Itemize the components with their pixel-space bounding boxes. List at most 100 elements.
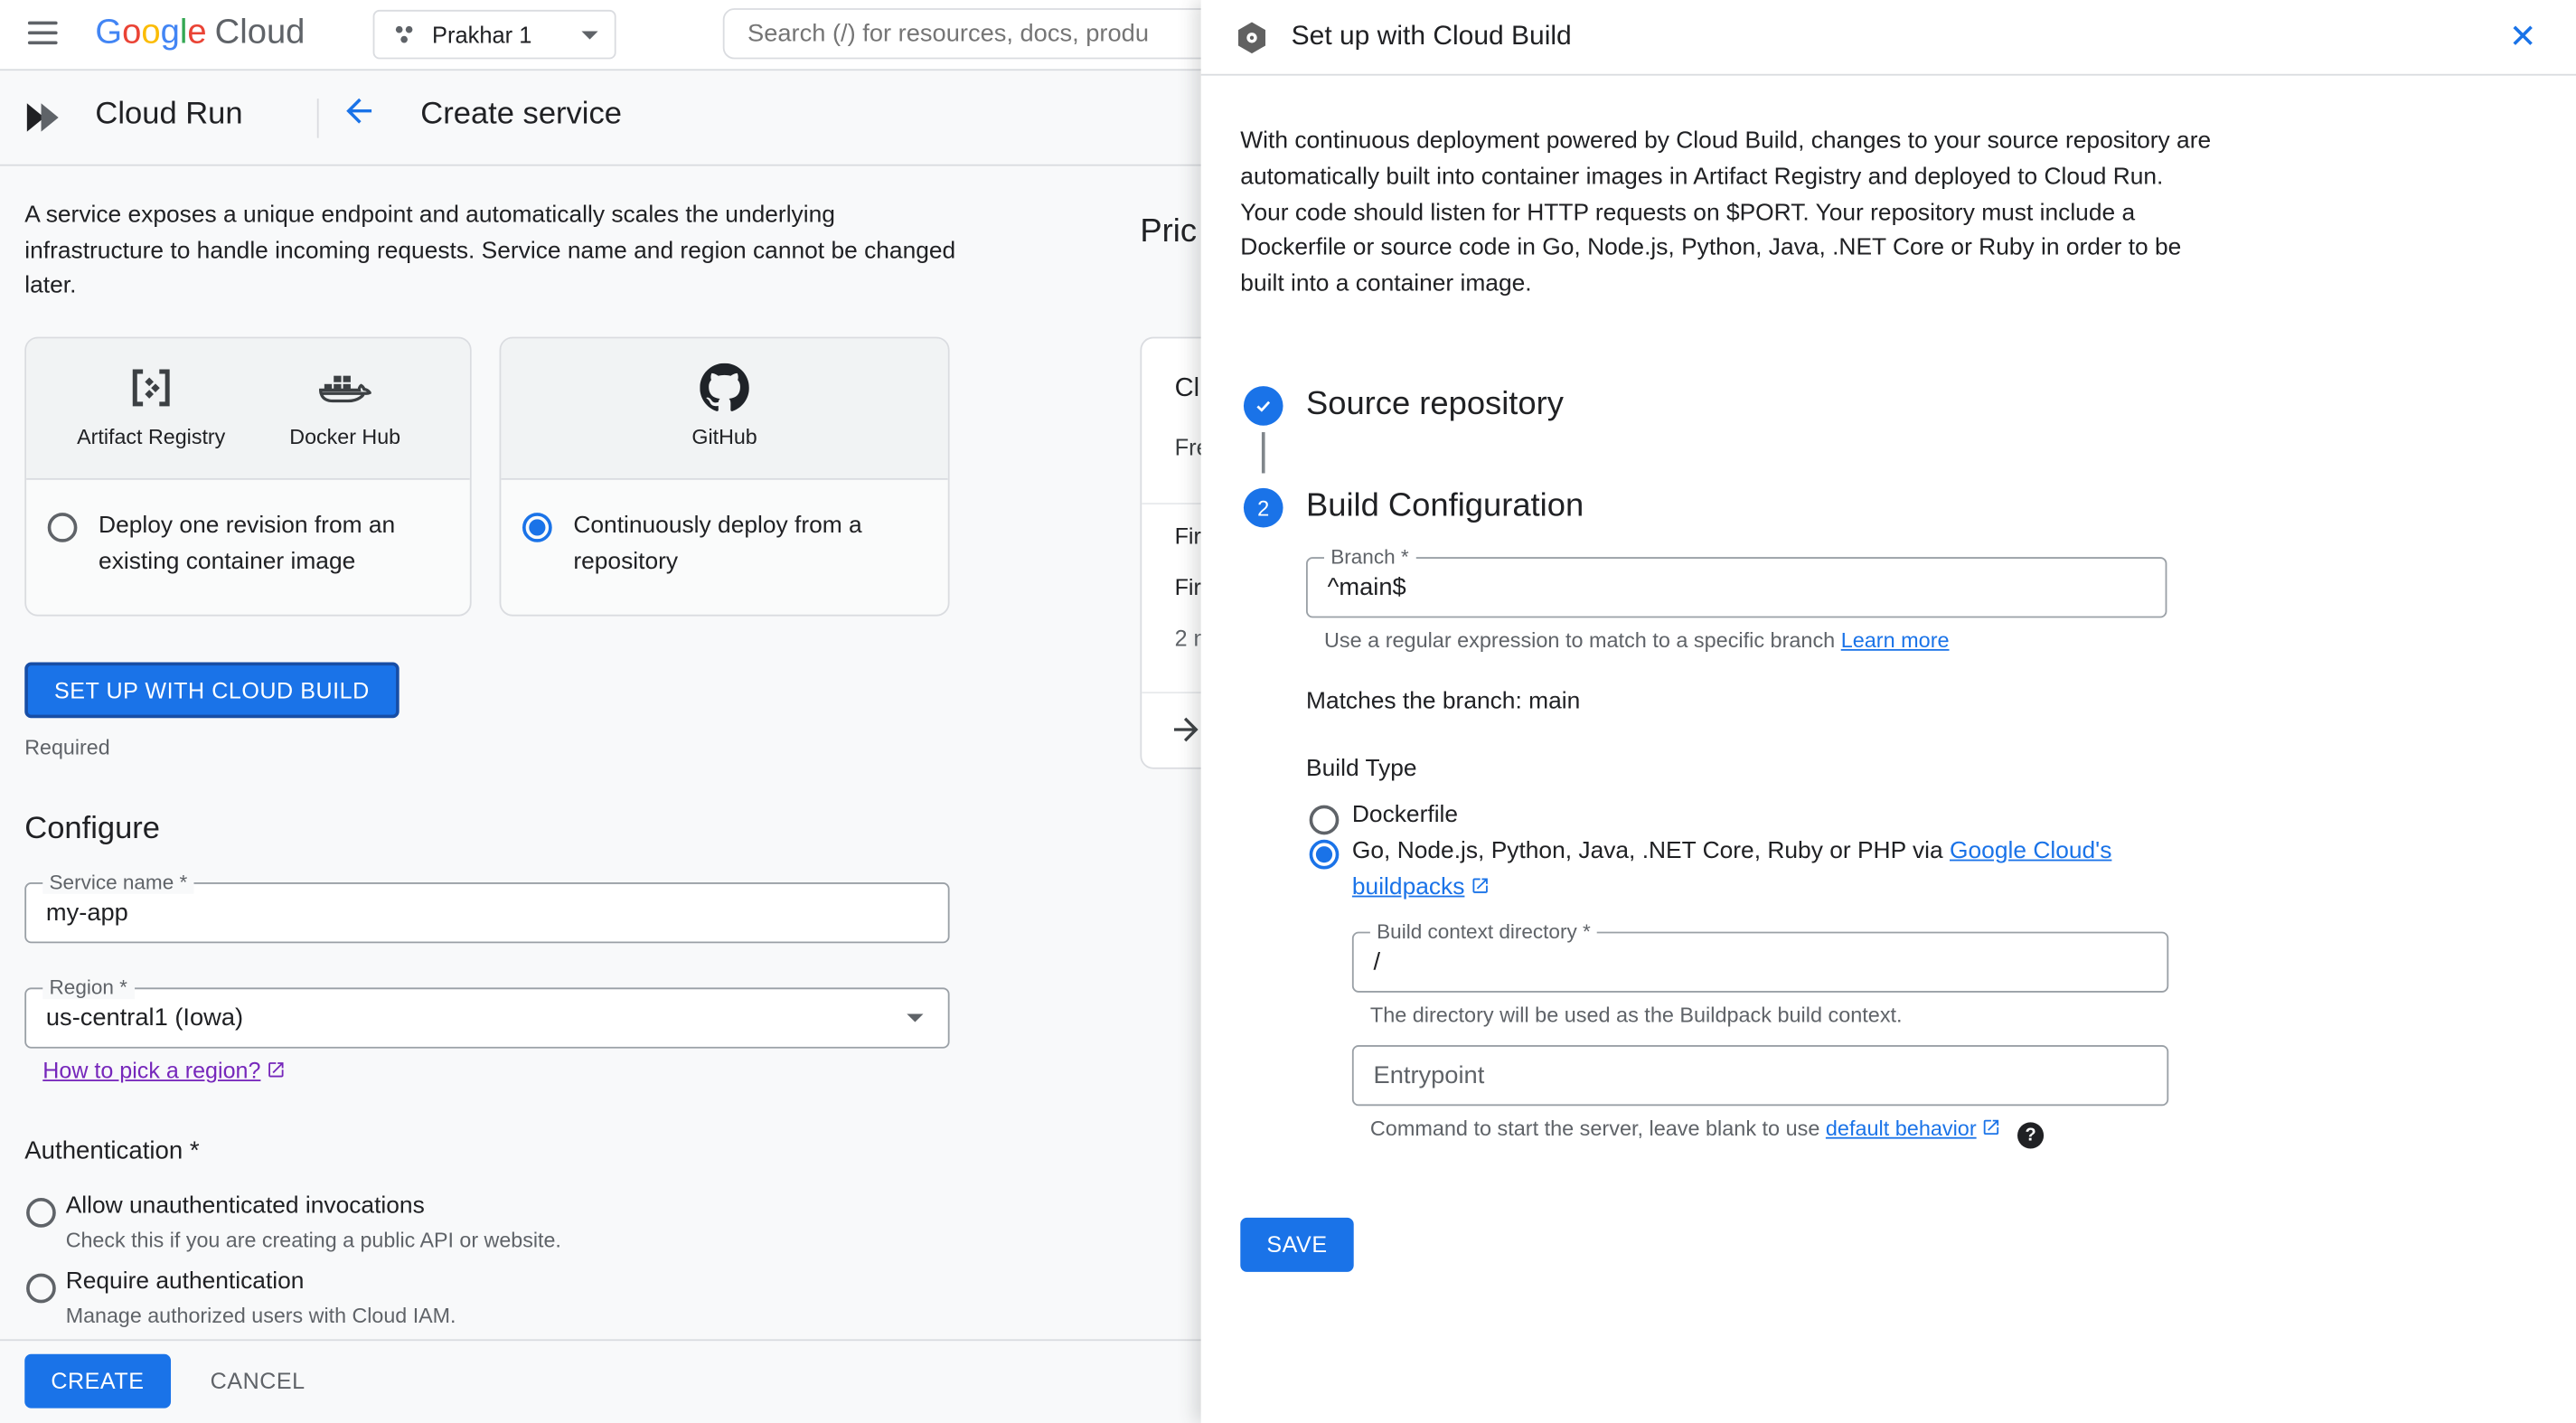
panel-description: With continuous deployment powered by Cl…: [1240, 125, 2226, 304]
entrypoint-help: Command to start the server, leave blank…: [1369, 1116, 2045, 1149]
deploy-repository-radio[interactable]: [522, 513, 552, 542]
dockerfile-label: Dockerfile: [1351, 801, 1459, 829]
setup-cloud-build-button[interactable]: SET UP WITH CLOUD BUILD: [24, 662, 400, 719]
close-icon[interactable]: ✕: [2503, 17, 2543, 57]
require-authentication-help: Manage authorized users with Cloud IAM.: [65, 1303, 456, 1328]
entrypoint-input[interactable]: [1353, 1046, 2167, 1105]
logo-letter: o: [141, 13, 161, 52]
dockerfile-radio[interactable]: [1309, 805, 1340, 835]
region-value: us-central1 (Iowa): [45, 1004, 244, 1032]
branch-label: Branch *: [1323, 545, 1415, 569]
create-button[interactable]: CREATE: [24, 1353, 171, 1409]
build-context-label: Build context directory *: [1369, 919, 1598, 944]
service-name-label: Service name *: [42, 871, 194, 894]
region-help-link-text[interactable]: How to pick a region?: [42, 1059, 260, 1083]
deploy-repository-radio-row[interactable]: Continuously deploy from a repository: [501, 480, 947, 580]
project-icon: [395, 25, 413, 43]
product-name: Cloud Run: [95, 97, 243, 132]
deploy-repository-label: Continuously deploy from a repository: [573, 513, 862, 575]
step1-title[interactable]: Source repository: [1306, 386, 1564, 424]
region-help-link[interactable]: How to pick a region?: [42, 1059, 285, 1085]
external-link-icon: [1470, 872, 1490, 907]
cancel-button[interactable]: CANCEL: [197, 1354, 318, 1409]
entrypoint-help-prefix: Command to start the server, leave blank…: [1369, 1116, 1826, 1141]
entrypoint-field: [1351, 1044, 2169, 1107]
required-note: Required: [24, 734, 110, 759]
chevron-down-icon: [581, 30, 598, 39]
deploy-existing-image-card: Artifact Registry Docker Hub Deploy one …: [24, 336, 472, 617]
project-selector[interactable]: Prakhar 1: [372, 9, 616, 60]
logo-letter: e: [187, 13, 207, 52]
logo-letter: o: [122, 13, 142, 52]
menu-icon[interactable]: [27, 21, 58, 45]
branch-help-text: Use a regular expression to match to a s…: [1324, 627, 1950, 652]
authentication-heading: Authentication *: [24, 1136, 200, 1165]
docker-hub-label: Docker Hub: [289, 423, 401, 449]
panel-intro-1: With continuous deployment powered by Cl…: [1240, 127, 2212, 191]
deploy-existing-label: Deploy one revision from an existing con…: [99, 513, 396, 575]
google-cloud-console: GoogleCloud Prakhar 1 Cloud Run Create s…: [0, 0, 2576, 1423]
branch-input[interactable]: [1307, 558, 2166, 617]
cloud-build-icon: [1238, 21, 1266, 53]
allow-unauthenticated-radio[interactable]: [26, 1198, 56, 1228]
logo-letter: G: [95, 13, 123, 52]
learn-more-link[interactable]: Learn more: [1841, 627, 1950, 652]
branch-field: Branch *: [1305, 545, 2167, 618]
branch-match-text: Matches the branch: main: [1305, 688, 1581, 715]
build-context-field: Build context directory *: [1351, 919, 2169, 993]
external-link-icon: [1981, 1117, 2001, 1142]
configure-heading: Configure: [24, 811, 161, 847]
github-option-inner: GitHub: [627, 338, 821, 477]
buildpacks-label: Go, Node.js, Python, Java, .NET Core, Ru…: [1352, 834, 2124, 907]
github-label: GitHub: [691, 423, 757, 449]
deploy-existing-radio-row[interactable]: Deploy one revision from an existing con…: [26, 480, 470, 580]
deploy-repository-card: GitHub Continuously deploy from a reposi…: [499, 336, 950, 617]
panel-intro-2: Your code should listen for HTTP request…: [1240, 200, 2182, 298]
artifact-registry-label: Artifact Registry: [77, 423, 226, 449]
build-type-heading: Build Type: [1305, 756, 1417, 783]
header-divider: [316, 99, 319, 138]
logo-letter: g: [160, 13, 180, 52]
step-connector: [1261, 432, 1265, 474]
logo-letter: l: [179, 13, 188, 52]
panel-title: Set up with Cloud Build: [1291, 21, 1572, 52]
allow-unauthenticated-label: Allow unauthenticated invocations: [65, 1192, 425, 1220]
logo-cloud-text: Cloud: [214, 13, 306, 52]
google-cloud-logo: Google Cloud: [95, 14, 305, 53]
save-button[interactable]: SAVE: [1240, 1217, 1354, 1272]
artifact-registry-icon: [132, 369, 170, 407]
deploy-existing-radio[interactable]: [47, 513, 78, 542]
branch-help-prefix: Use a regular expression to match to a s…: [1323, 627, 1841, 653]
buildpacks-label-prefix: Go, Node.js, Python, Java, .NET Core, Ru…: [1351, 837, 1951, 865]
buildpacks-radio[interactable]: [1309, 839, 1340, 870]
artifact-registry-option: Artifact Registry: [54, 338, 248, 477]
registry-options: Artifact Registry Docker Hub: [26, 338, 470, 480]
external-link-icon: [266, 1060, 286, 1084]
docker-hub-option: Docker Hub: [248, 338, 441, 477]
cloud-build-panel: Set up with Cloud Build ✕ With continuou…: [1200, 0, 2576, 1423]
service-intro-text: A service exposes a unique endpoint and …: [24, 202, 956, 299]
step1-complete-icon: [1243, 386, 1283, 426]
project-name: Prakhar 1: [432, 21, 532, 48]
chevron-down-icon: [907, 1013, 924, 1022]
pricing-heading: Pric: [1140, 213, 1198, 250]
region-select[interactable]: Region * us-central1 (Iowa): [24, 975, 950, 1049]
service-name-field: Service name *: [24, 871, 950, 944]
github-icon: [700, 363, 749, 411]
default-behavior-link[interactable]: default behavior: [1826, 1116, 1977, 1140]
require-authentication-radio[interactable]: [26, 1273, 56, 1304]
require-authentication-label: Require authentication: [65, 1268, 305, 1296]
back-arrow-icon[interactable]: [340, 92, 380, 132]
allow-unauthenticated-help: Check this if you are creating a public …: [65, 1227, 561, 1253]
build-context-help: The directory will be used as the Buildp…: [1369, 1002, 1903, 1028]
help-icon[interactable]: ?: [2017, 1122, 2045, 1149]
github-option: GitHub: [501, 338, 948, 480]
step2-number: 2: [1243, 487, 1283, 528]
pricing-line: Cl: [1174, 374, 1200, 403]
page-title: Create service: [420, 97, 622, 132]
panel-header: Set up with Cloud Build ✕: [1200, 0, 2576, 76]
arrow-forward-icon[interactable]: [1168, 712, 1204, 756]
cloud-run-icon: [26, 103, 59, 132]
region-label: Region *: [42, 975, 135, 1000]
step2-title: Build Configuration: [1305, 487, 1584, 524]
